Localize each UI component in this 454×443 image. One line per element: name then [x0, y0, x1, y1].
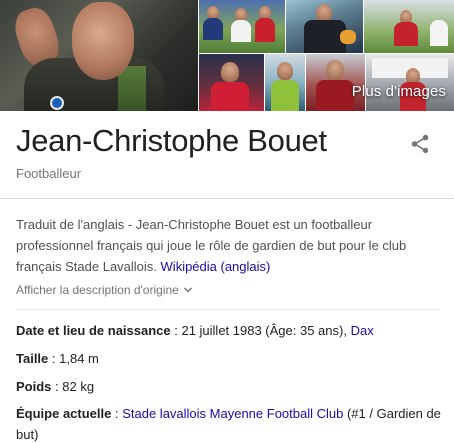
thumb-shirt — [231, 20, 251, 42]
image-mosaic[interactable]: Plus d'images — [0, 0, 454, 111]
entity-subtitle: Footballeur — [16, 166, 82, 181]
thumb-shirt — [211, 82, 249, 111]
share-button[interactable] — [409, 133, 431, 155]
fact-value: : 1,84 m — [48, 351, 99, 366]
thumb-shirt — [203, 18, 223, 40]
chevron-down-icon — [183, 287, 192, 293]
more-images-link[interactable]: Plus d'images — [352, 83, 446, 100]
thumbnail-photo-1[interactable] — [199, 0, 285, 53]
team-link[interactable]: Stade lavallois Mayenne Football Club — [122, 406, 343, 421]
fact-value: : 21 juillet 1983 (Âge: 35 ans), — [170, 323, 351, 338]
section-divider — [16, 309, 440, 310]
fact-team: Équipe actuelle : Stade lavallois Mayenn… — [16, 403, 444, 443]
fact-height: Taille : 1,84 m — [16, 348, 444, 369]
section-divider — [0, 198, 454, 199]
thumb-shirt — [271, 80, 299, 111]
wikipedia-link[interactable]: Wikipédia (anglais) — [161, 259, 271, 274]
share-icon — [411, 134, 429, 154]
description-text: Traduit de l'anglais - Jean-Christophe B… — [16, 214, 440, 277]
fact-label[interactable]: Date et lieu de naissance — [16, 323, 171, 338]
thumb-shirt — [316, 80, 354, 111]
fact-separator: : — [111, 406, 123, 421]
thumbnail-photo-4[interactable] — [199, 54, 264, 111]
show-original-button[interactable]: Afficher la description d'origine — [16, 283, 193, 297]
thumb-shirt — [394, 22, 418, 46]
birthplace-link[interactable]: Dax — [351, 323, 374, 338]
thumb-figure — [326, 60, 344, 80]
fact-weight: Poids : 82 kg — [16, 376, 444, 397]
fact-birth: Date et lieu de naissance : 21 juillet 1… — [16, 320, 444, 341]
thumb-figure — [221, 62, 239, 82]
show-original-label: Afficher la description d'origine — [16, 283, 179, 297]
fact-value: : 82 kg — [51, 379, 95, 394]
thumbnail-photo-2[interactable] — [286, 0, 363, 53]
photo-face — [72, 2, 134, 80]
fact-label[interactable]: Poids — [16, 379, 51, 394]
thumbnail-photo-3[interactable] — [364, 0, 454, 53]
fact-label[interactable]: Équipe actuelle — [16, 406, 111, 421]
entity-title: Jean-Christophe Bouet — [16, 123, 327, 158]
photo-jersey-stripe — [118, 66, 146, 111]
thumb-figure — [277, 62, 293, 80]
photo-badge — [50, 96, 64, 110]
main-player-photo[interactable] — [0, 0, 198, 111]
thumb-shirt — [255, 18, 275, 42]
fact-label[interactable]: Taille — [16, 351, 48, 366]
thumb-shirt — [430, 20, 448, 46]
thumb-glove — [340, 30, 356, 44]
thumbnail-photo-5[interactable] — [265, 54, 305, 111]
